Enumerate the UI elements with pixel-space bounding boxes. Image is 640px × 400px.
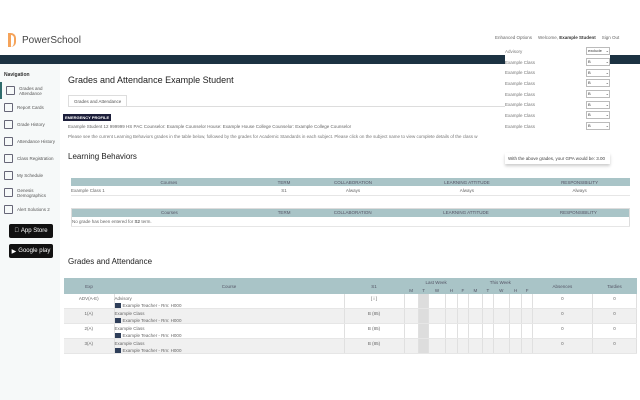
email-icon[interactable] [114, 348, 121, 353]
teacher-name: Example Teacher - Rm: H000 [122, 348, 182, 353]
instructions-text: Please see the current Learning Behavior… [68, 134, 478, 139]
chevron-down-icon: ⌄ [605, 123, 609, 129]
course-link[interactable]: Example Class [115, 311, 344, 316]
teacher-name: Example Teacher - Rm: H000 [122, 333, 182, 338]
grade-link[interactable]: [ i ] [344, 294, 405, 309]
nav-report-cards[interactable]: Report Cards [0, 99, 60, 116]
table-row: 1(A) Example Class Example Teacher - Rm: H… [64, 308, 638, 324]
table-row: 3(A) Example Class Example Teacher - Rm: H… [64, 338, 638, 354]
gpa-row: Example Class B ⌄ [505, 100, 610, 109]
chevron-down-icon: ⌄ [605, 69, 609, 75]
learning-behaviors-table-2: Courses TERM COLLABORATION LEARNING ATTITUD… [71, 208, 630, 227]
logo-icon [8, 33, 16, 47]
enhanced-options-link[interactable]: Enhanced Options [495, 35, 532, 40]
emergency-profile-badge[interactable]: EMERGENCY PROFILE [63, 114, 112, 121]
grade-select[interactable]: B ⌄ [586, 122, 610, 131]
teacher-name: Example Teacher - Rm: H000 [122, 303, 182, 308]
course-link[interactable]: Example Class [115, 326, 344, 331]
gpa-row: Example Class B ⌄ [505, 79, 610, 88]
email-icon[interactable] [114, 318, 121, 323]
nav-demographics[interactable]: Genesis Demographics [0, 184, 60, 201]
chevron-down-icon: ⌄ [605, 80, 609, 86]
grade-select[interactable]: B ⌄ [586, 100, 610, 109]
gpa-row: Advisory exclude ⌄ [505, 47, 610, 56]
alert-icon [4, 205, 13, 214]
email-icon[interactable] [114, 333, 121, 338]
learning-behaviors-table: Courses TERM COLLABORATION LEARNING ATTITUD… [71, 178, 630, 196]
nav-grade-history[interactable]: Grade History [0, 116, 60, 133]
demographics-icon [4, 188, 13, 197]
grade-link[interactable]: B (85) [344, 323, 405, 339]
nav-class-registration[interactable]: Class Registration [0, 150, 60, 167]
sidebar: Navigation Grades and Attendance Report … [0, 64, 60, 400]
nav-grades-attendance[interactable]: Grades and Attendance [0, 82, 60, 99]
nav-attendance-history[interactable]: Attendance History [0, 133, 60, 150]
apple-icon:  [14, 228, 19, 234]
grades-table: Exp Course S1 Last Week This Week Absences Tar… [64, 278, 638, 354]
google-play-badge[interactable]: ▶ Google play [9, 244, 53, 258]
grade-select[interactable]: exclude ⌄ [586, 47, 610, 56]
nav-alert-solutions[interactable]: Alert Solutions 2 [0, 201, 60, 218]
chevron-down-icon: ⌄ [605, 91, 609, 97]
history-icon [4, 120, 13, 129]
empty-message: No grade has been entered for S2 term. [71, 216, 630, 227]
welcome-text: Welcome, Example Student [538, 35, 596, 40]
chevron-down-icon: ⌄ [605, 112, 609, 118]
grade-select[interactable]: B ⌄ [586, 58, 610, 67]
nav-my-schedule[interactable]: My Schedule [0, 167, 60, 184]
app-store-badge[interactable]: App Store [9, 224, 53, 238]
table-row: 2(A) Example Class Example Teacher - Rm: H… [64, 323, 638, 339]
gpa-row: Example Class B ⌄ [505, 90, 610, 99]
teacher-name: Example Teacher - Rm: H000 [122, 318, 182, 323]
table-row: Example Class 1 S1 Always Always Always [71, 186, 630, 196]
schedule-icon [4, 171, 13, 180]
gpa-row: Example Class B ⌄ [505, 111, 610, 120]
chevron-down-icon: ⌄ [605, 48, 609, 54]
page-title: Grades and Attendance Example Student [68, 75, 234, 85]
student-info: Example Student 12 999999 HS PAC Counsel… [68, 124, 352, 129]
chevron-down-icon: ⌄ [605, 101, 609, 107]
table-row: ADV(A-E) Advisory Example Teacher - Rm: H0… [64, 294, 638, 309]
grade-link[interactable]: B (85) [344, 338, 405, 354]
gpa-row: Example Class B ⌄ [505, 68, 610, 77]
grade-select[interactable]: B ⌄ [586, 111, 610, 120]
gpa-row: Example Class B ⌄ [505, 58, 610, 67]
course-link[interactable]: Example Class 1 [71, 186, 267, 196]
course-link[interactable]: Advisory [115, 296, 344, 301]
email-icon[interactable] [114, 303, 121, 308]
learning-behaviors-title: Learning Behaviors [68, 152, 137, 161]
registration-icon [4, 154, 13, 163]
grade-select[interactable]: B ⌄ [586, 79, 610, 88]
report-icon [4, 103, 13, 112]
nav-title: Navigation [4, 72, 30, 78]
powerschool-logo[interactable]: PowerSchool [8, 33, 81, 47]
attendance-icon [4, 137, 13, 146]
grades-icon [6, 86, 15, 95]
grades-attendance-title: Grades and Attendance [68, 257, 153, 266]
gpa-row: Example Class B ⌄ [505, 122, 610, 131]
grade-select[interactable]: B ⌄ [586, 90, 610, 99]
gpa-result: With the above grades, your GPA would be… [505, 153, 610, 164]
grade-link[interactable]: B (85) [344, 308, 405, 324]
course-link[interactable]: Example Class [115, 341, 344, 346]
chevron-down-icon: ⌄ [605, 59, 609, 65]
play-icon: ▶ [11, 248, 17, 255]
grade-select[interactable]: B ⌄ [586, 68, 610, 77]
gpa-calculator-panel: Advisory exclude ⌄ Example Class B ⌄ Example C… [505, 46, 610, 132]
sign-out-link[interactable]: Sign Out [602, 35, 620, 40]
